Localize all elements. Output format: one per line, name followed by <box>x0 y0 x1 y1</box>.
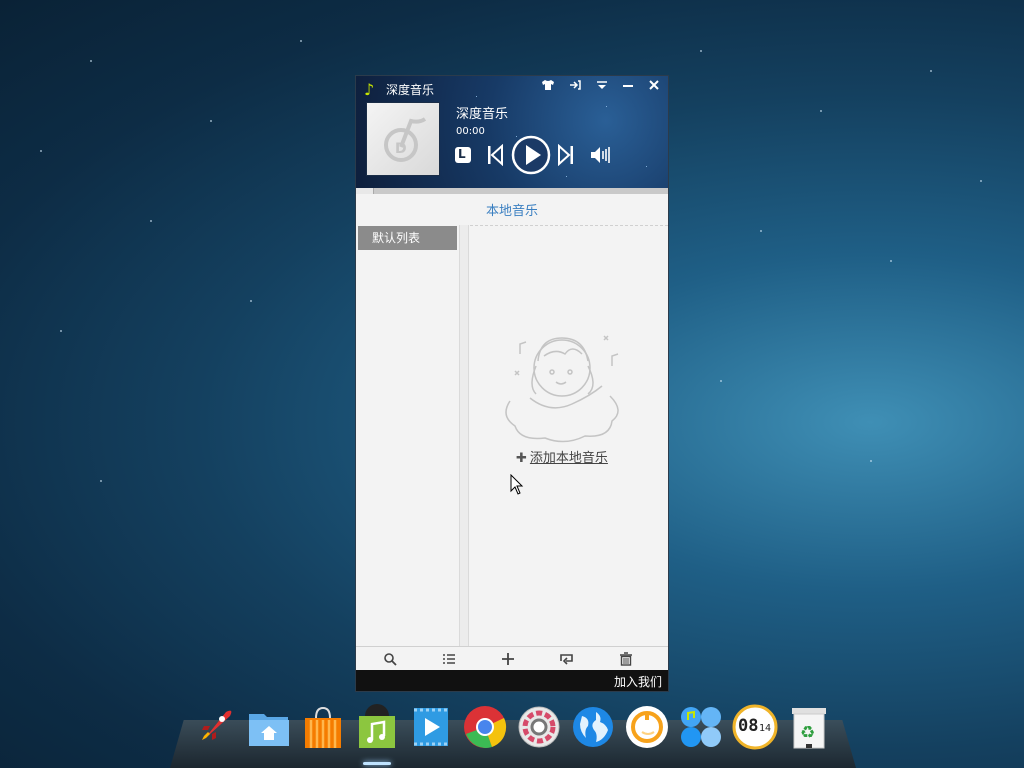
bottom-toolbar <box>356 646 668 671</box>
status-bar: 加入我们 <box>356 670 668 691</box>
loop-icon[interactable] <box>559 651 577 667</box>
play-mode-button[interactable]: L <box>454 146 472 168</box>
song-time: 00:00 <box>456 126 485 137</box>
app-title: 深度音乐 <box>386 83 435 97</box>
playlist-sidebar: 默认列表 <box>356 225 459 646</box>
mouse-cursor-icon <box>510 474 524 495</box>
next-button[interactable] <box>557 143 575 170</box>
list-icon[interactable] <box>442 651 460 667</box>
movie-player-icon[interactable] <box>408 704 454 750</box>
progress-bar[interactable] <box>356 188 668 194</box>
deepin-apps-icon[interactable] <box>678 704 724 750</box>
album-cover: D <box>366 102 440 176</box>
deepin-power-icon[interactable] <box>624 704 670 750</box>
clock-minute: 14 <box>759 723 772 734</box>
song-title: 深度音乐 <box>456 107 509 122</box>
clock-icon[interactable]: 08 14 <box>732 704 778 750</box>
next-icon <box>558 143 573 167</box>
progress-handle[interactable] <box>356 188 374 194</box>
song-list-area <box>470 226 668 646</box>
join-us-link[interactable]: 加入我们 <box>614 673 662 690</box>
delete-icon[interactable] <box>619 651 637 667</box>
add-icon[interactable] <box>501 651 519 667</box>
deepin-music-icon[interactable] <box>354 704 400 750</box>
svg-text:♻: ♻ <box>800 723 815 743</box>
system-settings-icon[interactable] <box>516 704 562 750</box>
menu-icon[interactable] <box>592 79 612 95</box>
volume-icon <box>591 147 610 163</box>
empty-list-illustration <box>505 335 619 443</box>
music-note-icon: ♪ <box>364 80 375 99</box>
playlist-item-default[interactable]: 默认列表 <box>358 226 457 250</box>
default-album-art-icon: D <box>384 117 427 162</box>
skin-icon[interactable] <box>538 79 558 95</box>
search-icon[interactable] <box>383 651 401 667</box>
minimize-icon[interactable] <box>618 79 638 95</box>
plus-icon: ✚ <box>516 451 527 466</box>
browser-icon[interactable] <box>570 704 616 750</box>
play-button[interactable] <box>511 135 551 179</box>
player-header: ♪ 深度音乐 D 深度音乐 00:00 L <box>356 76 668 188</box>
previous-button[interactable] <box>486 143 504 170</box>
active-app-indicator <box>363 762 391 765</box>
music-window: ♪ 深度音乐 D 深度音乐 00:00 L 本地音乐 默认列表 ✚ 添加本地音乐… <box>355 75 669 692</box>
svg-text:D: D <box>395 141 407 157</box>
trash-icon[interactable]: ♻ <box>786 704 832 750</box>
section-title[interactable]: 本地音乐 <box>356 200 668 219</box>
file-manager-icon[interactable] <box>246 704 292 750</box>
software-center-icon[interactable] <box>300 704 346 750</box>
play-mode-label: L <box>458 147 466 161</box>
previous-icon <box>488 143 503 167</box>
play-icon <box>511 135 551 175</box>
add-local-music-link[interactable]: ✚ 添加本地音乐 <box>516 447 608 466</box>
close-icon[interactable] <box>644 79 664 95</box>
clock-hour: 08 <box>738 716 759 736</box>
add-local-music-label: 添加本地音乐 <box>529 451 608 466</box>
volume-button[interactable] <box>589 144 613 170</box>
mini-mode-icon[interactable] <box>565 79 585 95</box>
launcher-icon[interactable] <box>192 704 238 750</box>
pane-splitter[interactable] <box>459 225 469 646</box>
chrome-icon[interactable] <box>462 704 508 750</box>
